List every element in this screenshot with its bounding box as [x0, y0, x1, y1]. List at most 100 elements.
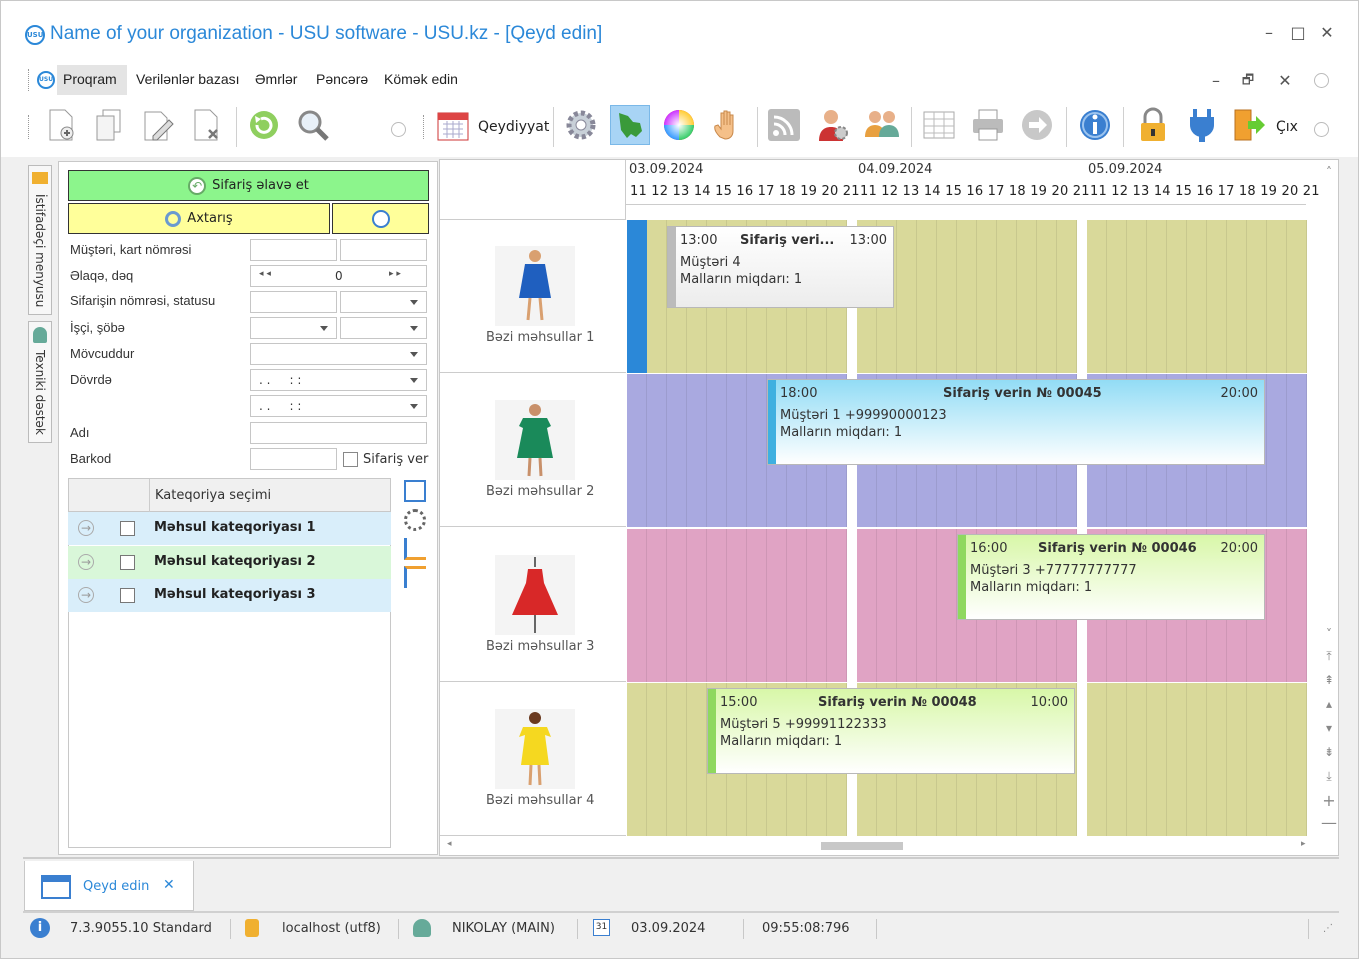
table-grid-icon[interactable] — [919, 105, 959, 145]
scroll-right-icon[interactable]: ▸ — [1301, 839, 1306, 849]
mdi-minimize-button[interactable]: – — [1202, 71, 1230, 90]
product-row-header[interactable]: Bəzi məhsullar 4 — [440, 683, 626, 836]
category-checkbox[interactable] — [120, 555, 135, 570]
scroll-left-icon[interactable]: ◂ — [447, 839, 452, 849]
barcode-input[interactable] — [250, 448, 337, 470]
forward-arrow-icon[interactable] — [1017, 105, 1057, 145]
menu-more-icon[interactable] — [1314, 73, 1329, 88]
scroll-bottom-icon[interactable]: ⤓ — [1319, 769, 1339, 784]
zoom-out-icon[interactable]: — — [1319, 813, 1339, 832]
color-wheel-icon[interactable] — [659, 105, 699, 145]
order-card[interactable]: 13:00 Sifariş veri... 13:00 Müştəri 4 Ma… — [667, 226, 894, 308]
contact-spinner[interactable]: ◂ ◂ 0 ▸ ▸ — [250, 265, 427, 287]
map-icon[interactable] — [610, 105, 650, 145]
schedule-lane[interactable] — [627, 529, 847, 682]
user-menu-tab[interactable]: İstifadəçi menyusu — [28, 165, 52, 315]
doc-tab-close-icon[interactable]: ✕ — [163, 877, 175, 893]
edit-icon[interactable] — [138, 105, 178, 145]
users-group-icon[interactable] — [862, 105, 902, 145]
expand-all-icon[interactable] — [404, 538, 426, 560]
order-card[interactable]: 15:00 Sifariş verin № 00048 10:00 Müştər… — [707, 688, 1075, 774]
exit-label[interactable]: Çıx — [1276, 119, 1298, 135]
exit-door-icon[interactable] — [1230, 105, 1270, 145]
lock-icon[interactable] — [1133, 105, 1173, 145]
maximize-button[interactable]: □ — [1284, 23, 1312, 42]
info-icon[interactable] — [1075, 105, 1115, 145]
mdi-close-button[interactable]: ✕ — [1271, 71, 1299, 90]
collapse-all-icon[interactable] — [404, 566, 426, 588]
card-number-input[interactable] — [340, 239, 427, 261]
category-checkbox[interactable] — [120, 521, 135, 536]
category-row[interactable]: → Məhsul kateqoriyası 3 — [68, 579, 391, 612]
doc-tab-qeyd-edin[interactable]: Qeyd edin ✕ — [24, 861, 194, 911]
close-button[interactable]: ✕ — [1313, 23, 1341, 42]
plug-icon[interactable] — [1182, 105, 1222, 145]
last-arrow-icon[interactable]: ▸ ▸ — [389, 269, 401, 279]
clock-filter-button[interactable] — [332, 203, 429, 234]
copy-tree-icon[interactable] — [404, 480, 426, 502]
scroll-down-arrow-icon[interactable]: ▾ — [1319, 721, 1339, 735]
order-status-select[interactable] — [340, 291, 427, 313]
settings-gear-icon[interactable] — [561, 105, 601, 145]
new-record-icon[interactable] — [41, 105, 81, 145]
rss-icon[interactable] — [764, 105, 804, 145]
tree-settings-icon[interactable] — [404, 509, 426, 531]
search-button[interactable]: Axtarış — [68, 203, 330, 234]
period-to-select[interactable]: . . : : — [250, 395, 427, 417]
toolbar-more-icon[interactable] — [391, 122, 406, 137]
scroll-down-small-icon[interactable]: ˅ — [1319, 627, 1339, 641]
menu-commands[interactable]: Əmrlər — [255, 71, 297, 87]
scroll-up-arrow-icon[interactable]: ▴ — [1319, 697, 1339, 711]
zoom-in-icon[interactable]: + — [1319, 791, 1339, 810]
product-row-header[interactable]: Bəzi məhsullar 2 — [440, 374, 626, 527]
minimize-button[interactable]: – — [1255, 23, 1283, 42]
hand-icon[interactable] — [708, 105, 748, 145]
print-icon[interactable] — [968, 105, 1008, 145]
mdi-restore-button[interactable]: 🗗 — [1234, 71, 1262, 93]
copy-icon[interactable] — [89, 105, 129, 145]
customer-input[interactable] — [250, 239, 337, 261]
calendar-icon[interactable] — [433, 105, 473, 145]
scroll-thumb[interactable] — [821, 842, 903, 850]
period-from-select[interactable]: . . : : — [250, 369, 427, 391]
first-arrow-icon[interactable]: ◂ ◂ — [259, 269, 271, 279]
menu-window[interactable]: Pəncərə — [316, 71, 368, 87]
menu-program[interactable]: Proqram — [63, 71, 117, 87]
expand-icon[interactable]: → — [78, 554, 94, 570]
schedule-lane[interactable] — [1087, 220, 1307, 373]
worker-select[interactable] — [250, 317, 337, 339]
product-row-header[interactable]: Bəzi məhsullar 1 — [440, 220, 626, 373]
expand-icon[interactable]: → — [78, 587, 94, 603]
expand-icon[interactable]: → — [78, 520, 94, 536]
add-order-button[interactable]: ↶ Sifariş əlavə et — [68, 170, 429, 201]
refresh-icon[interactable] — [244, 105, 284, 145]
order-card[interactable]: 18:00 Sifariş verin № 00045 20:00 Müştər… — [767, 379, 1265, 465]
qeydiyyat-label[interactable]: Qeydiyyat — [478, 119, 549, 135]
scroll-up-icon[interactable]: ˄ — [1319, 165, 1339, 179]
available-select[interactable] — [250, 343, 427, 365]
vertical-scrollbar[interactable]: ˄ ˅ ⤒ ⇞ ▴ ▾ ⇟ ⤓ + — — [1319, 161, 1339, 851]
resize-grip-icon[interactable]: ⋰ — [1323, 923, 1333, 934]
category-row[interactable]: → Məhsul kateqoriyası 2 — [68, 546, 391, 579]
order-card[interactable]: 16:00 Sifariş verin № 00046 20:00 Müştər… — [957, 534, 1265, 620]
add-order-label: Sifariş əlavə et — [212, 178, 309, 193]
name-input[interactable] — [250, 422, 427, 444]
menu-help[interactable]: Kömək edin — [384, 71, 458, 87]
scroll-page-down-icon[interactable]: ⇟ — [1319, 745, 1339, 759]
order-number-input[interactable] — [250, 291, 337, 313]
horizontal-scrollbar[interactable]: ◂ ▸ — [441, 837, 1311, 855]
search-icon[interactable] — [293, 105, 333, 145]
scroll-page-up-icon[interactable]: ⇞ — [1319, 673, 1339, 687]
tech-support-tab[interactable]: Texniki dəstək — [28, 321, 52, 443]
menu-database[interactable]: Verilənlər bazası — [136, 71, 240, 87]
schedule-lane[interactable] — [1087, 683, 1307, 836]
department-select[interactable] — [340, 317, 427, 339]
category-row[interactable]: → Məhsul kateqoriyası 1 — [68, 512, 391, 545]
scroll-top-icon[interactable]: ⤒ — [1319, 649, 1339, 664]
product-row-header[interactable]: Bəzi məhsullar 3 — [440, 529, 626, 682]
user-settings-icon[interactable] — [813, 105, 853, 145]
delete-icon[interactable] — [187, 105, 227, 145]
toolbar-more-icon-2[interactable] — [1314, 122, 1329, 137]
category-checkbox[interactable] — [120, 588, 135, 603]
order-checkbox[interactable] — [343, 452, 358, 467]
